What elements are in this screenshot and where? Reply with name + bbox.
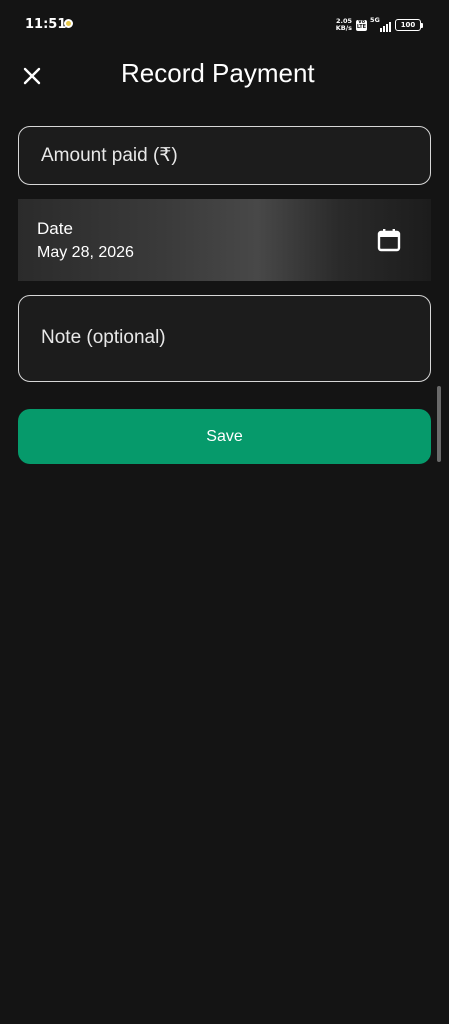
record-payment-screen: 11:51 2.05 KB/s Vo LTE 5G 100 Record Pay… — [0, 0, 449, 1024]
battery-level: 100 — [400, 21, 416, 29]
signal-bar — [386, 24, 388, 32]
volte-icon: Vo LTE — [356, 19, 367, 31]
note-placeholder: Note (optional) — [41, 327, 166, 348]
close-icon — [23, 67, 41, 85]
close-button[interactable] — [20, 64, 44, 88]
amount-paid-placeholder: Amount paid (₹) — [41, 145, 178, 166]
battery-icon: 100 — [395, 19, 423, 31]
network-speed: 2.05 KB/s — [336, 18, 352, 32]
calendar-icon — [377, 229, 401, 252]
scrollbar[interactable] — [437, 386, 441, 462]
amount-paid-field[interactable]: Amount paid (₹) — [18, 126, 431, 185]
volte-bottom: LTE — [356, 24, 367, 30]
signal-bar — [383, 26, 385, 32]
network-speed-unit: KB/s — [335, 24, 352, 32]
signal-icon: 5G — [370, 16, 391, 32]
note-field[interactable]: Note (optional) — [18, 295, 431, 382]
status-bar: 11:51 2.05 KB/s Vo LTE 5G 100 — [0, 0, 449, 52]
signal-type: 5G — [370, 16, 380, 24]
calendar-button[interactable] — [376, 227, 402, 253]
notification-dot-icon — [64, 19, 73, 28]
status-icons: 2.05 KB/s Vo LTE 5G 100 — [336, 16, 423, 33]
signal-bar — [389, 22, 391, 32]
date-value: May 28, 2026 — [37, 244, 134, 261]
date-picker-field[interactable]: Date May 28, 2026 — [18, 199, 431, 281]
page-title: Record Payment — [121, 58, 315, 88]
date-label: Date — [37, 219, 73, 238]
save-button[interactable]: Save — [18, 409, 431, 464]
signal-bar — [380, 28, 382, 32]
status-time: 11:51 — [25, 17, 67, 32]
